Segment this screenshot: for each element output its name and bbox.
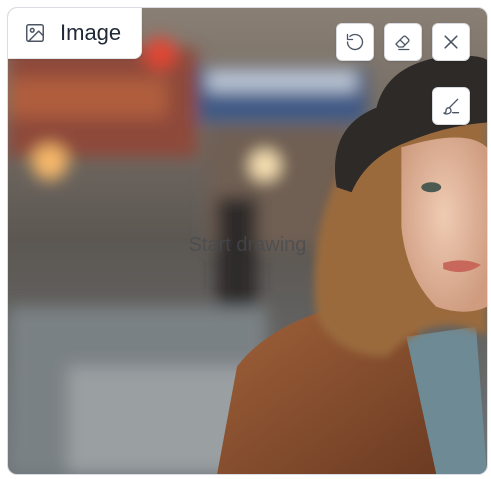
undo-icon	[346, 33, 364, 51]
image-icon	[24, 22, 46, 44]
close-button[interactable]	[432, 23, 470, 61]
eraser-icon	[395, 35, 410, 51]
eraser-button[interactable]	[384, 23, 422, 61]
brush-button[interactable]	[432, 87, 470, 125]
close-icon	[444, 35, 458, 49]
image-label-text: Image	[60, 20, 122, 45]
image-label: Image	[8, 8, 142, 59]
brush-icon	[443, 98, 460, 115]
photo-background	[8, 8, 487, 474]
undo-button[interactable]	[336, 23, 374, 61]
image-canvas[interactable]: Image Start drawing	[7, 7, 488, 475]
